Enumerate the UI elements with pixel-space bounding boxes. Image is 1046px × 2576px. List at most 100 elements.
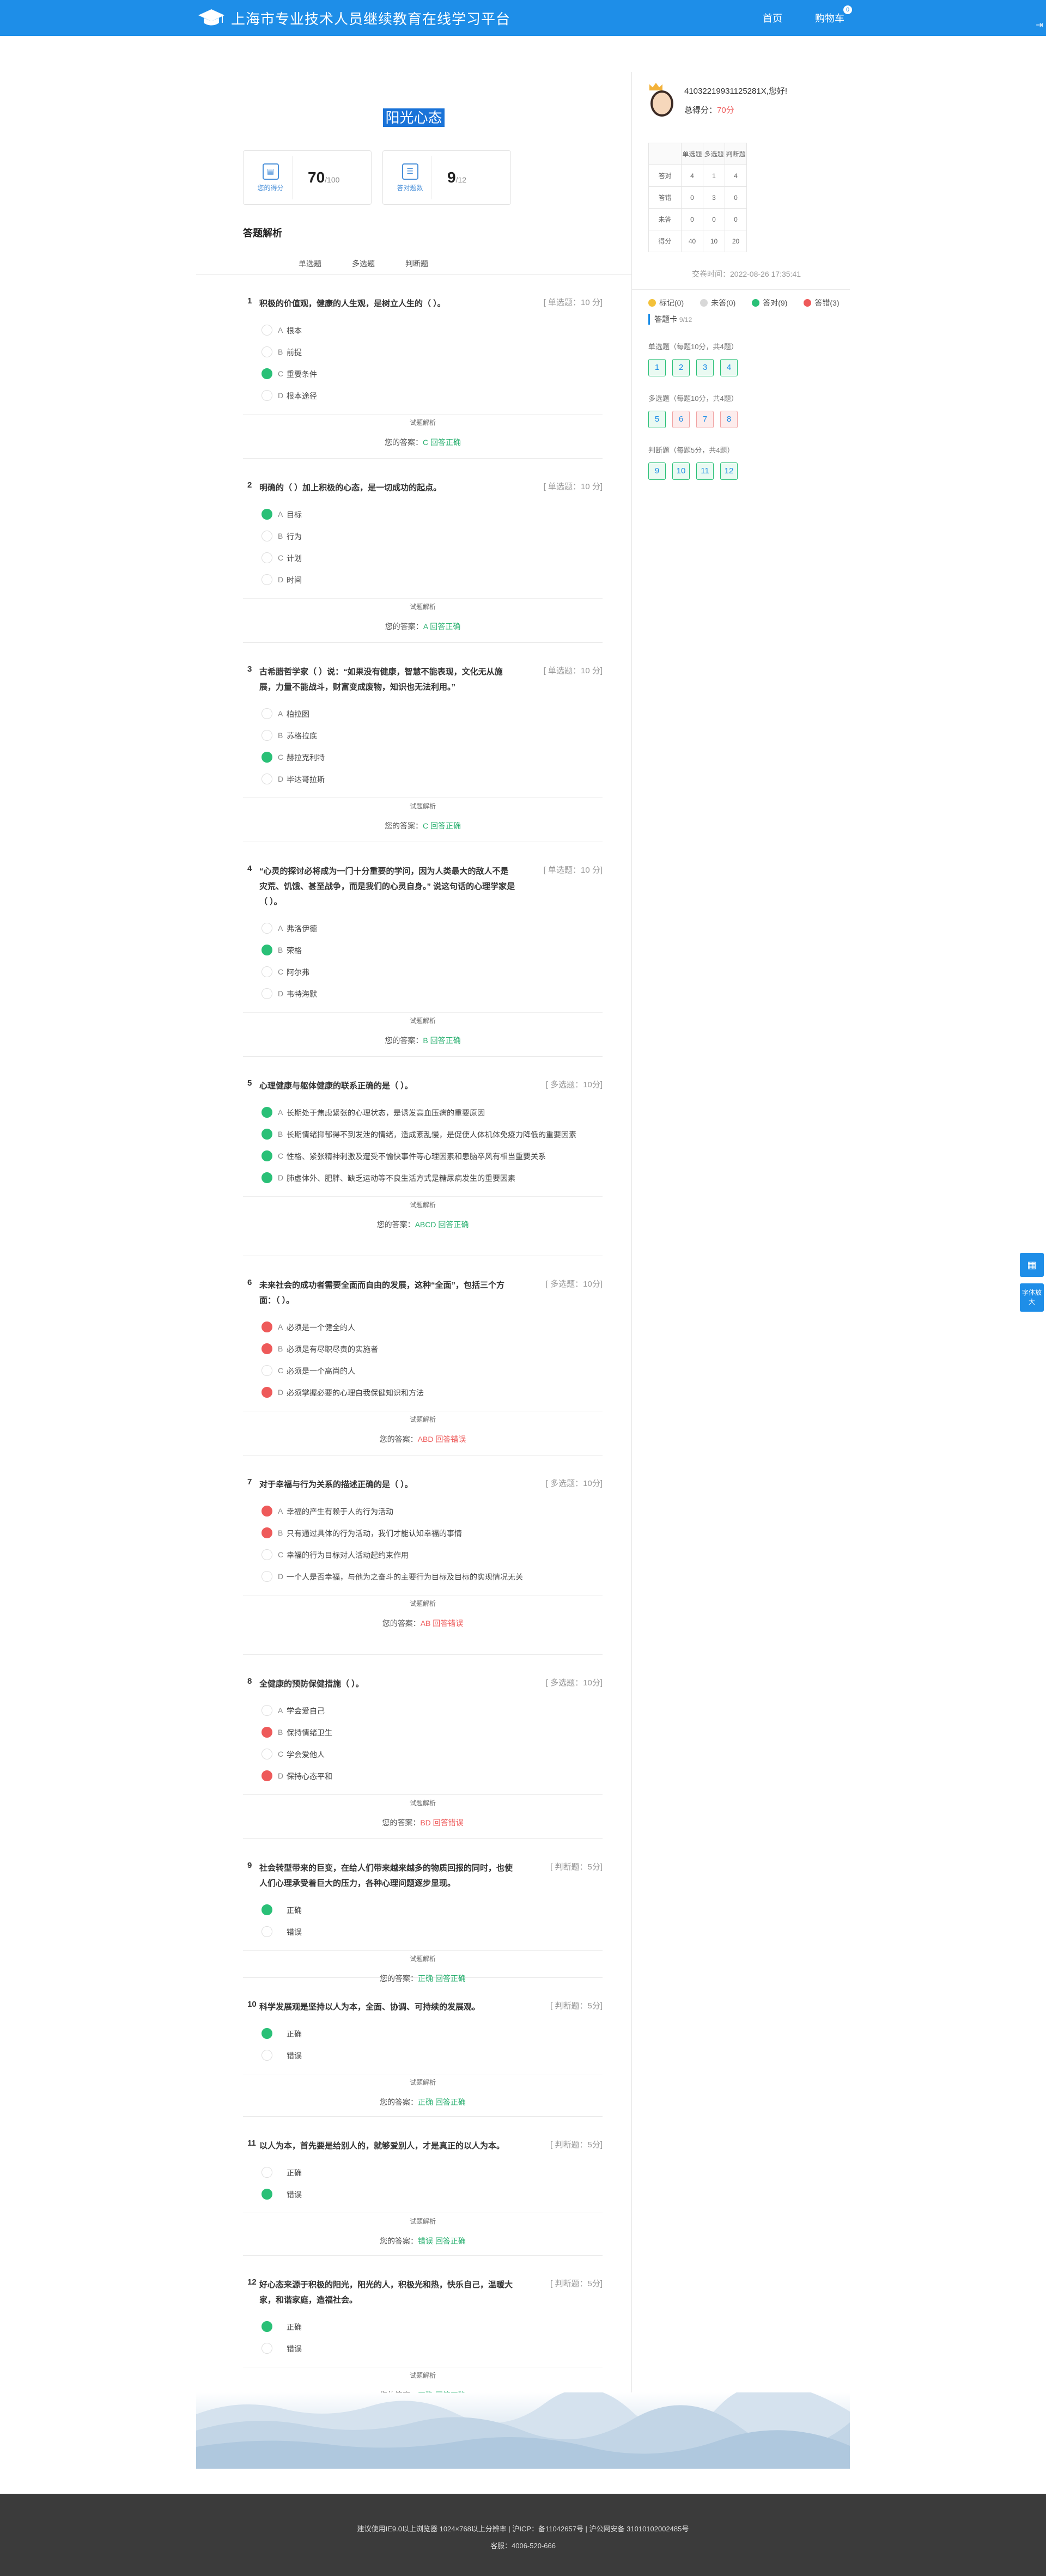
question-item: 9 社会转型带来的巨变，在给人们带来越来越多的物质回报的同时，也使人们心理承受着巨… [243,1839,603,1983]
option-text: 正确 [287,2169,302,2177]
analysis-label[interactable]: 试题解析 [243,1950,603,1963]
option-text: 赫拉克利特 [287,753,325,762]
tab-judge[interactable]: 判断题 [390,253,443,274]
answer-result: 回答错误 [433,1619,464,1628]
question-item: 10 科学发展观是坚持以人为本，全面、协调、可持续的发展观。 [ 判断题：5分] 正确… [243,1978,603,2117]
option-radio-icon [262,1926,272,1937]
group-title: 多选题（每题10分，共4题） [648,394,738,403]
site-footer: 建议使用IE9.0以上浏览器 1024×768以上分辨率 | 沪ICP：备110… [0,2494,1046,2576]
legend-dot-icon [752,299,760,307]
logout-icon[interactable]: ⇥ [1033,20,1046,33]
option-text: 必须是一个高尚的人 [287,1367,355,1375]
answer-card-item[interactable]: 12 [720,462,738,480]
analysis-label[interactable]: 试题解析 [243,2213,603,2226]
answer-card-item[interactable]: 6 [672,411,690,428]
question-number: 3 [247,665,252,674]
option-radio-icon [262,1904,272,1915]
font-size-button[interactable]: 字体放大 [1020,1283,1044,1312]
answer-option: D 毕达哥拉斯 [262,772,603,794]
analysis-label[interactable]: 试题解析 [243,2074,603,2087]
answer-value: A [423,622,428,631]
answer-option: A 柏拉图 [262,707,603,729]
answer-card-item[interactable]: 1 [648,359,666,376]
question-number: 5 [247,1079,252,1088]
option-text: 目标 [287,510,302,519]
option-radio-icon [262,923,272,934]
question-type: [ 单选题：10 分] [543,666,603,675]
answer-card-item[interactable]: 3 [696,359,714,376]
option-text: 前提 [287,348,302,357]
answer-card-item[interactable]: 7 [696,411,714,428]
option-letter: B [278,1728,283,1737]
analysis-label[interactable]: 试题解析 [243,1595,603,1608]
stats-row: 答对 4 1 4 [648,165,747,187]
avatar [648,83,676,118]
option-radio-icon [262,1727,272,1738]
option-text: 重要条件 [287,370,317,379]
answer-card-item[interactable]: 9 [648,462,666,480]
option-radio-icon [262,1527,272,1538]
answer-card-item[interactable]: 5 [648,411,666,428]
question-item: 3 古希腊哲学家（ ）说：“如果没有健康，智慧不能表现，文化无从施展，力量不能战斗… [243,643,603,842]
answer-card-item[interactable]: 2 [672,359,690,376]
tab-multiple[interactable]: 多选题 [337,253,390,274]
answer-option: A 根本 [262,324,603,345]
answer-option: C 幸福的行为目标对人活动起约束作用 [262,1548,603,1570]
option-letter: A [278,1706,283,1715]
answer-option: 错误 [262,2049,603,2070]
user-greeting: 41032219931125281X,您好! [684,87,788,96]
option-letter: C [278,1366,284,1375]
analysis-label[interactable]: 试题解析 [243,1012,603,1025]
score-summary: ▤ 您的得分 70/100 ☰ 答对题数 9/12 [243,150,631,205]
tab-single[interactable]: 单选题 [283,253,337,274]
answer-value: B [423,1036,428,1045]
analysis-label[interactable]: 试题解析 [243,2367,603,2380]
qr-code-button[interactable]: ▦ [1020,1253,1044,1277]
option-text: 苏格拉底 [287,732,317,740]
top-header: 上海市专业技术人员继续教育在线学习平台 首页 购物车 0 ⇥ [0,0,1046,36]
option-radio-icon [262,2028,272,2039]
option-radio-icon [262,1506,272,1517]
answer-card-item[interactable]: 4 [720,359,738,376]
stats-cell: 未答 [648,208,682,230]
option-radio-icon [262,1150,272,1161]
analysis-label[interactable]: 试题解析 [243,797,603,811]
analysis-label[interactable]: 试题解析 [243,598,603,611]
analysis-label[interactable]: 试题解析 [243,1196,603,1209]
your-answer: 您的答案：B 回答正确 [385,1036,461,1045]
question-text: 以人为本，首先要是给别人的，就够爱别人，才是真正的以人为本。 [259,2141,505,2151]
answer-option: C 必须是一个高尚的人 [262,1364,603,1386]
option-text: 一个人是否幸福，与他为之奋斗的主要行为目标及目标的实现情况无关 [287,1573,523,1581]
option-radio-icon [262,945,272,955]
score-icon: ▤ [262,163,279,180]
answer-option: D 肺虚体外、肥胖、缺乏运动等不良生活方式是糖尿病发生的重要因素 [262,1171,603,1193]
your-answer: 您的答案：ABD 回答错误 [379,1435,466,1444]
question-number: 2 [247,480,252,490]
analysis-label[interactable]: 试题解析 [243,1794,603,1807]
option-radio-icon [262,1129,272,1140]
answer-option: D 韦特海默 [262,987,603,1009]
score-card: ▤ 您的得分 70/100 [243,150,372,205]
analysis-label[interactable]: 试题解析 [243,414,603,427]
site-brand[interactable]: 上海市专业技术人员继续教育在线学习平台 [196,0,510,36]
question-type: [ 多选题：10分] [545,1080,603,1089]
answer-card-item[interactable]: 11 [696,462,714,480]
nav-cart[interactable]: 购物车 0 [815,5,852,25]
answer-card-item[interactable]: 8 [720,411,738,428]
analysis-label[interactable]: 试题解析 [243,1411,603,1424]
option-letter: B [278,532,283,540]
option-letter: C [278,967,284,976]
stats-cell: 3 [703,186,725,209]
your-answer: 您的答案：C 回答正确 [384,438,461,447]
option-text: 错误 [287,1928,302,1936]
option-radio-icon [262,2189,272,2200]
option-text: 必须是一个健全的人 [287,1323,355,1332]
question-type: [ 单选题：10 分] [543,866,603,875]
question-type: [ 多选题：10分] [545,1280,603,1289]
nav-home[interactable]: 首页 [763,11,782,25]
option-letter: C [278,753,284,762]
your-answer: 您的答案：BD 回答错误 [382,1818,464,1827]
answer-card-item[interactable]: 10 [672,462,690,480]
option-letter: A [278,924,283,933]
answer-option: C 学会爱他人 [262,1747,603,1769]
